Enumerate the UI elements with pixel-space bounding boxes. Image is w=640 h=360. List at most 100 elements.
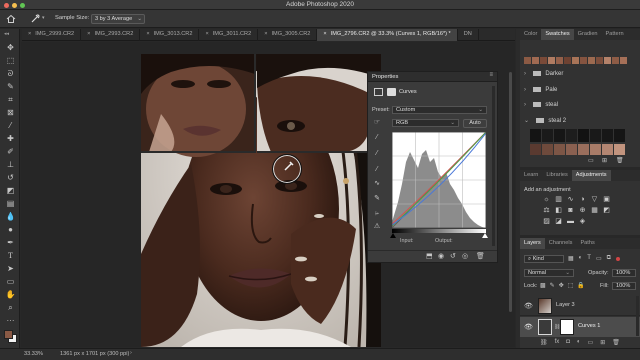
color-swatch[interactable] xyxy=(556,57,563,64)
pixel-filter-icon[interactable]: ▦ xyxy=(568,255,574,263)
path-selection-tool-icon[interactable]: ➤ xyxy=(5,264,16,274)
channel-select[interactable]: RGB ⌄ xyxy=(392,119,459,127)
color-swatch[interactable] xyxy=(548,57,555,64)
tab-libraries[interactable]: Libraries xyxy=(542,170,571,181)
auto-button[interactable]: Auto xyxy=(463,119,487,128)
color-swatch[interactable] xyxy=(572,57,579,64)
tab-close-icon[interactable]: × xyxy=(205,31,208,41)
color-swatch[interactable] xyxy=(540,57,547,64)
swatch-group-steal-2[interactable]: ⌄ steal 2 xyxy=(524,117,636,128)
smart-object-filter-icon[interactable]: ⧉ xyxy=(607,255,611,263)
fx-icon[interactable]: fx xyxy=(555,339,560,347)
tab-layers[interactable]: Layers xyxy=(520,238,545,249)
smooth-curve-icon[interactable]: ⩥ xyxy=(372,210,382,218)
hand-tool-icon[interactable]: ✋ xyxy=(5,290,16,300)
edit-points-curve-icon[interactable]: ∿ xyxy=(372,180,382,188)
black-white-icon[interactable]: ◧ xyxy=(554,207,563,215)
type-filter-icon[interactable]: T xyxy=(587,255,591,263)
color-swatch[interactable] xyxy=(564,57,571,64)
doc-tab-active[interactable]: × IMG_2796.CR2 @ 33.3% (Curves 1, RGB/16*… xyxy=(317,29,458,41)
invert-icon[interactable]: ◩ xyxy=(602,207,611,215)
adjustment-thumbnail[interactable] xyxy=(538,319,552,335)
new-group-icon[interactable]: ▭ xyxy=(588,339,594,347)
toggle-visibility-icon[interactable]: ◎ xyxy=(462,253,468,261)
frame-tool-icon[interactable]: ⊠ xyxy=(5,108,16,118)
clip-to-layer-icon[interactable]: ⬒ xyxy=(426,253,433,261)
lasso-tool-icon[interactable]: ᘐ xyxy=(5,69,16,79)
posterize-icon[interactable]: ▨ xyxy=(542,218,551,226)
color-lookup-icon[interactable]: ▦ xyxy=(590,207,599,215)
color-swatch[interactable] xyxy=(596,57,603,64)
gradient-map-icon[interactable]: ▬ xyxy=(566,218,575,226)
black-point-slider[interactable] xyxy=(390,233,396,238)
color-swatch[interactable] xyxy=(532,57,539,64)
sample-size-select[interactable]: 3 by 3 Average ⌄ xyxy=(91,14,145,24)
doc-tab[interactable]: × IMG_3011.CR2 xyxy=(199,29,259,41)
status-chevron-icon[interactable]: › xyxy=(130,350,132,356)
color-swatch[interactable] xyxy=(578,144,589,155)
layer-row-selected[interactable]: 👁 ⛓ Curves 1 xyxy=(520,317,640,337)
tab-paths[interactable]: Paths xyxy=(576,238,598,249)
exposure-icon[interactable]: ◑ xyxy=(578,196,587,204)
add-mask-icon[interactable]: ◘ xyxy=(566,339,570,347)
tab-channels[interactable]: Channels xyxy=(545,238,577,249)
shape-tool-icon[interactable]: ▭ xyxy=(5,277,16,287)
swatch-group-pale[interactable]: › Pale xyxy=(524,87,636,98)
tab-learn[interactable]: Learn xyxy=(520,170,542,181)
eraser-tool-icon[interactable]: ◩ xyxy=(5,186,16,196)
hue-saturation-icon[interactable]: ▣ xyxy=(602,196,611,204)
canvas-scrollbar-thumb[interactable] xyxy=(509,72,512,312)
opacity-field[interactable]: 100% xyxy=(612,269,636,277)
color-swatch[interactable] xyxy=(530,144,541,155)
delete-layer-icon[interactable]: 🗑 xyxy=(612,339,620,347)
panel-menu-icon[interactable]: ≡ xyxy=(489,72,493,78)
color-swatch[interactable] xyxy=(566,129,577,142)
color-balance-icon[interactable]: ⚖ xyxy=(542,207,551,215)
layer-mask-thumbnail[interactable] xyxy=(560,319,574,335)
filter-toggle-icon[interactable] xyxy=(615,257,620,261)
delete-swatch-icon[interactable]: 🗑 xyxy=(616,157,624,165)
fill-field[interactable]: 100% xyxy=(612,282,636,290)
doc-tab[interactable]: × IMG_2999.CR2 xyxy=(22,29,82,41)
color-swatch[interactable] xyxy=(612,57,619,64)
color-swatch[interactable] xyxy=(524,57,531,64)
home-icon[interactable] xyxy=(6,14,16,24)
tab-close-icon[interactable]: × xyxy=(28,31,31,41)
color-swatch[interactable] xyxy=(602,129,613,142)
swatch-group-darker[interactable]: › Darker xyxy=(524,71,636,82)
doc-tab[interactable]: DN xyxy=(458,29,479,41)
document-image[interactable] xyxy=(141,54,381,347)
pen-tool-icon[interactable]: ✒ xyxy=(5,238,16,248)
blend-mode-select[interactable]: Normal ⌄ xyxy=(524,269,574,277)
tab-gradients[interactable]: Gradien xyxy=(574,29,602,40)
channel-mixer-icon[interactable]: ⊕ xyxy=(578,207,587,215)
tab-adjustments[interactable]: Adjustments xyxy=(571,170,611,181)
link-layers-icon[interactable]: ⛓ xyxy=(540,339,548,347)
eyedropper-tool-icon[interactable]: ⁄ xyxy=(5,121,16,131)
sample-gray-point-icon[interactable]: ⁄ xyxy=(372,150,382,158)
color-swatch[interactable] xyxy=(542,144,553,155)
new-adjustment-icon[interactable]: ◐ xyxy=(577,339,581,347)
history-brush-tool-icon[interactable]: ↺ xyxy=(5,173,16,183)
color-swatch[interactable] xyxy=(590,129,601,142)
quick-select-tool-icon[interactable]: ✎ xyxy=(5,82,16,92)
tab-close-icon[interactable]: × xyxy=(323,31,326,41)
color-swatch[interactable] xyxy=(530,129,541,142)
layer-name[interactable]: Layer 3 xyxy=(556,302,575,308)
doc-tab[interactable]: × IMG_3005.CR2 xyxy=(258,29,318,41)
lock-transparent-icon[interactable]: ▩ xyxy=(540,282,546,289)
toolbar-collapse-icon[interactable]: ◂◂ xyxy=(4,31,9,37)
vibrance-icon[interactable]: ▽ xyxy=(590,196,599,204)
visibility-eye-icon[interactable]: 👁 xyxy=(524,323,533,331)
properties-scrollbar[interactable] xyxy=(492,86,495,246)
layer-mask-icon[interactable] xyxy=(387,88,396,96)
tab-close-icon[interactable]: × xyxy=(264,31,267,41)
visibility-eye-icon[interactable]: 👁 xyxy=(524,302,533,310)
color-swatch[interactable] xyxy=(614,144,625,155)
eyedropper-icon[interactable] xyxy=(30,13,41,24)
target-adjustment-hand-icon[interactable]: ☞ xyxy=(372,119,382,127)
color-swatch[interactable] xyxy=(580,57,587,64)
curves-icon[interactable]: ∿ xyxy=(566,196,575,204)
dodge-tool-icon[interactable]: ● xyxy=(5,225,16,235)
lock-position-icon[interactable]: ✥ xyxy=(559,282,564,289)
